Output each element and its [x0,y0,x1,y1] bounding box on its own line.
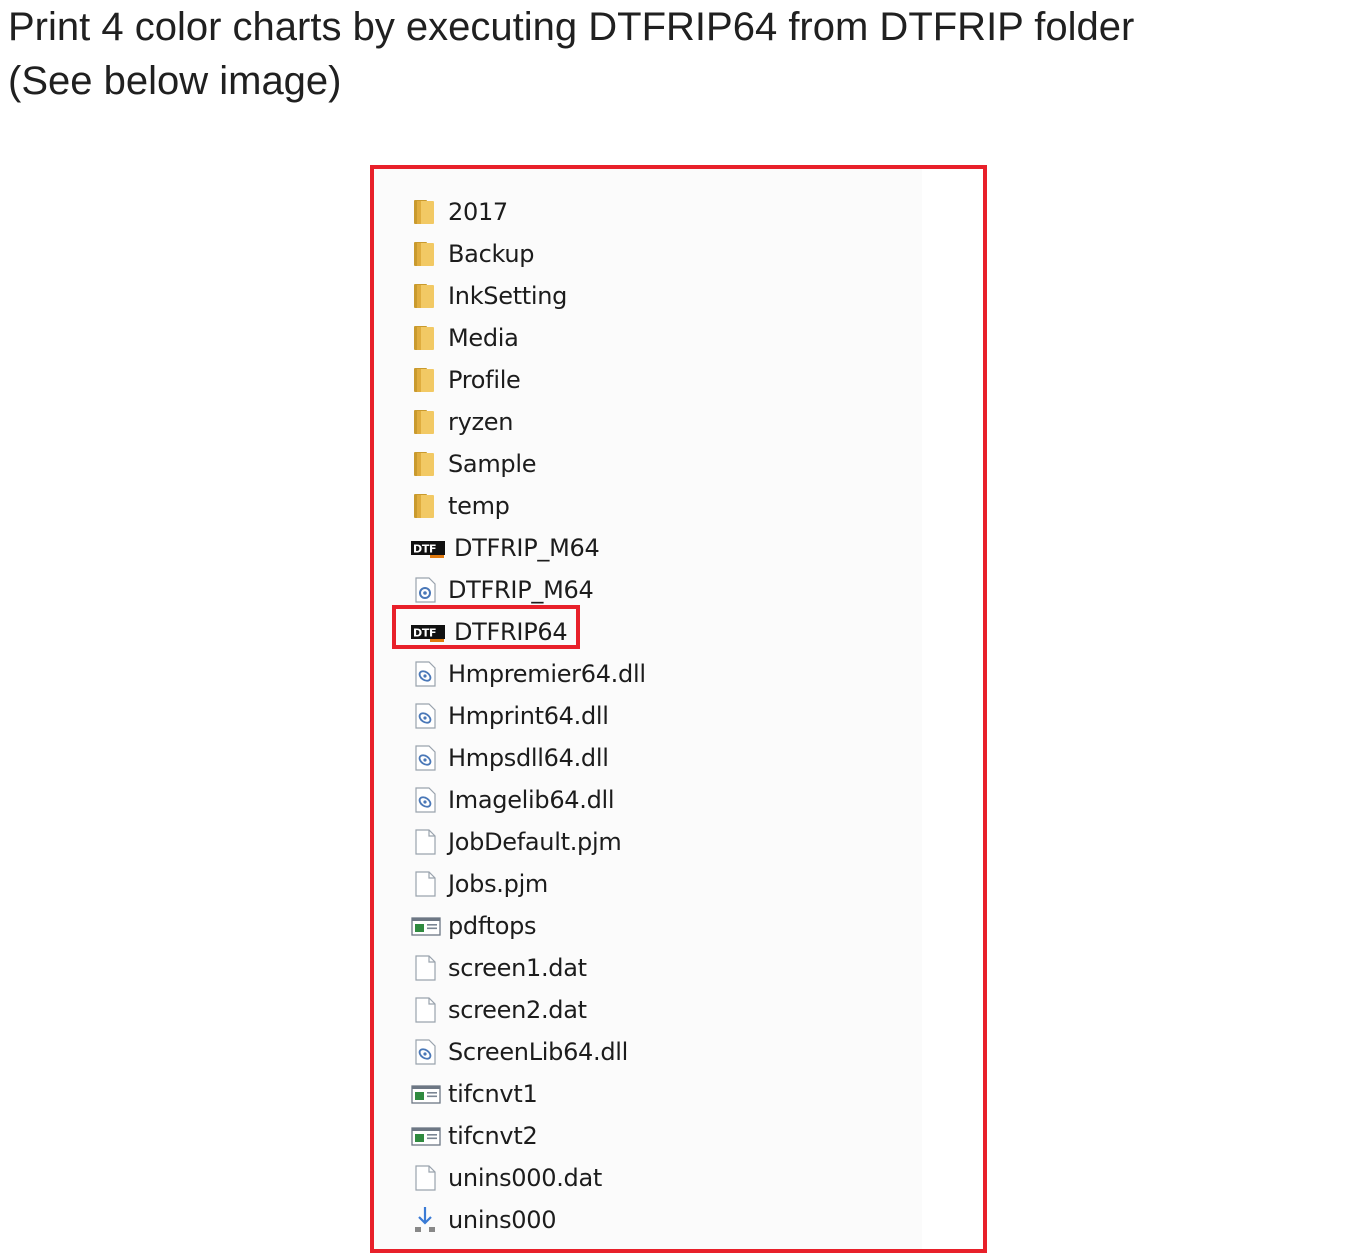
file-item-label: Hmpsdll64.dll [448,744,609,772]
config-file-icon [410,575,440,605]
file-item-label: ScreenLib64.dll [448,1038,629,1066]
folder-icon [410,407,440,437]
file-item-pdftops-17[interactable]: pdftops [374,905,646,947]
file-item-dtfrip-m64-8[interactable]: DTF DTFRIP_M64 [374,527,646,569]
file-item-jobs-pjm-16[interactable]: Jobs.pjm [374,863,646,905]
file-item-unins000-24[interactable]: unins000 [374,1199,646,1241]
file-item-label: Media [448,324,519,352]
folder-icon [410,449,440,479]
file-item-imagelib64-dll-14[interactable]: Imagelib64.dll [374,779,646,821]
exe-window-icon [410,1079,441,1109]
instruction-text: Print 4 color charts by executing DTFRIP… [8,0,1348,108]
file-item-label: ryzen [448,408,514,436]
blank-file-icon [410,827,440,857]
folder-icon [410,239,440,269]
file-item-sample-6[interactable]: Sample [374,443,646,485]
file-item-label: Sample [448,450,537,478]
file-list-pane: 2017 Backup InkSetting Media Profile ryzen Sam… [374,169,922,1249]
exe-window-icon [410,911,441,941]
folder-icon [410,281,440,311]
blank-file-icon [410,1163,440,1193]
folder-icon [410,323,440,353]
file-item-label: InkSetting [448,282,568,310]
dll-file-icon [410,659,440,689]
file-item-label: screen2.dat [448,996,587,1024]
dll-file-icon [410,701,440,731]
dtf-app-icon: DTF [410,533,446,563]
file-item-label: tifcnvt1 [448,1080,538,1108]
blank-file-icon [410,995,440,1025]
file-item-profile-4[interactable]: Profile [374,359,646,401]
explorer-screenshot-frame: 2017 Backup InkSetting Media Profile ryzen Sam… [370,165,987,1253]
instruction-line-2: (See below image) [8,59,342,103]
file-item-label: pdftops [448,912,537,940]
file-item-dtfrip-m64-9[interactable]: DTFRIP_M64 [374,569,646,611]
file-item-dtfrip64-10[interactable]: DTF DTFRIP64 [374,611,646,653]
file-item-hmprint64-dll-12[interactable]: Hmprint64.dll [374,695,646,737]
file-item-screen1-dat-18[interactable]: screen1.dat [374,947,646,989]
file-item-inksetting-2[interactable]: InkSetting [374,275,646,317]
file-item-label: DTFRIP_M64 [448,576,594,604]
file-item-tifcnvt2-22[interactable]: tifcnvt2 [374,1115,646,1157]
instruction-line-1: Print 4 color charts by executing DTFRIP… [8,5,1135,49]
file-item-ryzen-5[interactable]: ryzen [374,401,646,443]
file-item-label: unins000 [448,1206,557,1234]
file-item-label: screen1.dat [448,954,587,982]
file-item-label: unins000.dat [448,1164,602,1192]
file-item-unins000-dat-23[interactable]: unins000.dat [374,1157,646,1199]
folder-icon [410,365,440,395]
svg-text:DTF: DTF [413,543,436,556]
file-item-media-3[interactable]: Media [374,317,646,359]
file-item-jobdefault-pjm-15[interactable]: JobDefault.pjm [374,821,646,863]
dtf-app-icon: DTF [410,617,446,647]
file-item-backup-1[interactable]: Backup [374,233,646,275]
blank-file-icon [410,953,440,983]
file-item-label: tifcnvt2 [448,1122,538,1150]
exe-window-icon [410,1121,441,1151]
uninstall-icon [410,1205,440,1235]
folder-icon [410,491,440,521]
dll-file-icon [410,1037,440,1067]
file-item-hmpsdll64-dll-13[interactable]: Hmpsdll64.dll [374,737,646,779]
file-item-label: Hmpremier64.dll [448,660,646,688]
dll-file-icon [410,785,440,815]
svg-text:DTF: DTF [413,627,436,640]
file-item-screenlib64-dll-20[interactable]: ScreenLib64.dll [374,1031,646,1073]
file-item-label: Profile [448,366,521,394]
file-item-label: DTFRIP_M64 [454,534,600,562]
file-item-label: Backup [448,240,535,268]
dll-file-icon [410,743,440,773]
file-item-label: DTFRIP64 [454,618,568,646]
file-list: 2017 Backup InkSetting Media Profile ryzen Sam… [374,191,646,1241]
file-item-2017-0[interactable]: 2017 [374,191,646,233]
file-item-label: JobDefault.pjm [448,828,622,856]
file-item-hmpremier64-dll-11[interactable]: Hmpremier64.dll [374,653,646,695]
folder-icon [410,197,440,227]
file-item-label: 2017 [448,198,508,226]
file-item-label: Imagelib64.dll [448,786,615,814]
file-item-tifcnvt1-21[interactable]: tifcnvt1 [374,1073,646,1115]
file-item-temp-7[interactable]: temp [374,485,646,527]
file-item-label: Jobs.pjm [448,870,549,898]
file-item-screen2-dat-19[interactable]: screen2.dat [374,989,646,1031]
file-item-label: temp [448,492,510,520]
blank-file-icon [410,869,440,899]
file-item-label: Hmprint64.dll [448,702,609,730]
